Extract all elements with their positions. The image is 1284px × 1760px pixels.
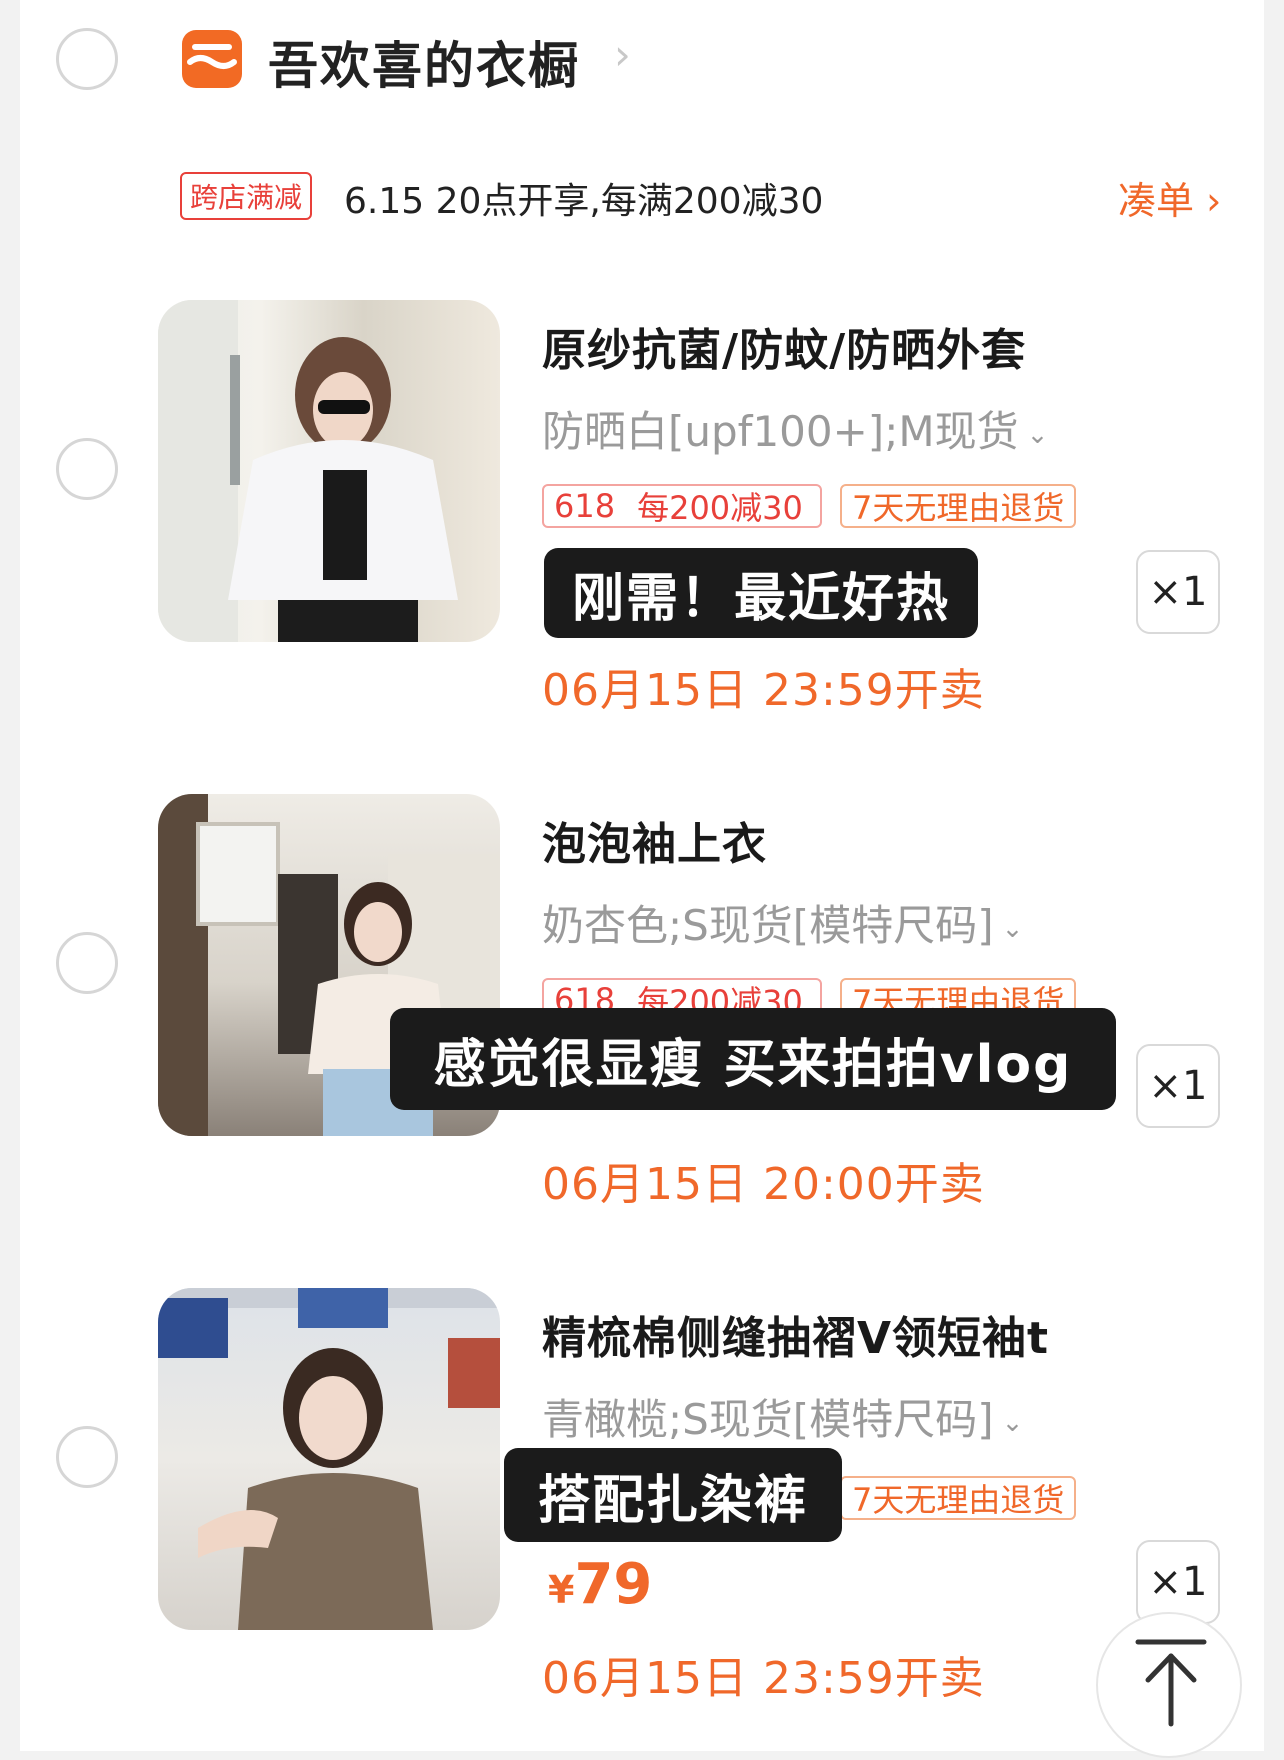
return-policy-badge: 7天无理由退货 (840, 484, 1077, 528)
store-icon (182, 30, 242, 88)
product-title[interactable]: 原纱抗菌/防蚊/防晒外套 (542, 314, 1026, 378)
product-title[interactable]: 泡泡袖上衣 (542, 808, 767, 872)
caption-overlay: 感觉很显瘦 买来拍拍vlog (390, 1008, 1116, 1110)
item-select-radio[interactable] (56, 438, 118, 500)
item-select-radio[interactable] (56, 1426, 118, 1488)
chevron-down-icon: ⌄ (1026, 419, 1049, 450)
return-policy-badge: 7天无理由退货 (840, 1476, 1077, 1520)
product-sku-selector[interactable]: 青橄榄;S现货[模特尺码] ⌄ (542, 1386, 1023, 1447)
back-to-top-button[interactable] (1096, 1612, 1242, 1758)
product-title[interactable]: 精梳棉侧缝抽褶V领短袖t (542, 1302, 1049, 1366)
promo-text: 6.15 20点开享,每满200减30 (344, 181, 824, 222)
product-price: ¥79 (548, 1552, 653, 1617)
quantity-button[interactable]: ×1 (1136, 1044, 1220, 1128)
quantity-button[interactable]: ×1 (1136, 550, 1220, 634)
store-chevron-icon[interactable]: › (614, 30, 631, 79)
sku-text: 奶杏色;S现货[模特尺码] (542, 901, 994, 950)
product-image[interactable] (158, 300, 500, 642)
sale-time: 06月15日 23:59开卖 (542, 665, 985, 716)
sku-text: 青橄榄;S现货[模特尺码] (542, 1395, 994, 1444)
promo-badge-618: 618 每200减30 (542, 484, 822, 528)
sale-time: 06月15日 20:00开卖 (542, 1159, 985, 1210)
store-name[interactable]: 吾欢喜的衣橱 (268, 26, 580, 98)
arrow-up-icon (1135, 1639, 1207, 1727)
sku-text: 防晒白[upf100+];M现货 (542, 407, 1019, 456)
item-select-radio[interactable] (56, 932, 118, 994)
product-image[interactable] (158, 1288, 500, 1630)
quantity-button[interactable]: ×1 (1136, 1540, 1220, 1624)
chevron-down-icon: ⌄ (1001, 1407, 1024, 1438)
caption-overlay: 刚需！最近好热 (544, 548, 978, 638)
product-sku-selector[interactable]: 防晒白[upf100+];M现货 ⌄ (542, 398, 1048, 459)
chevron-down-icon: ⌄ (1001, 913, 1024, 944)
sale-time: 06月15日 23:59开卖 (542, 1653, 985, 1704)
product-sku-selector[interactable]: 奶杏色;S现货[模特尺码] ⌄ (542, 892, 1023, 953)
add-on-link[interactable]: 凑单 › (1118, 170, 1221, 225)
promo-tag: 跨店满减 (180, 172, 313, 220)
store-select-radio[interactable] (56, 28, 118, 90)
caption-overlay: 搭配扎染裤 (504, 1448, 842, 1542)
